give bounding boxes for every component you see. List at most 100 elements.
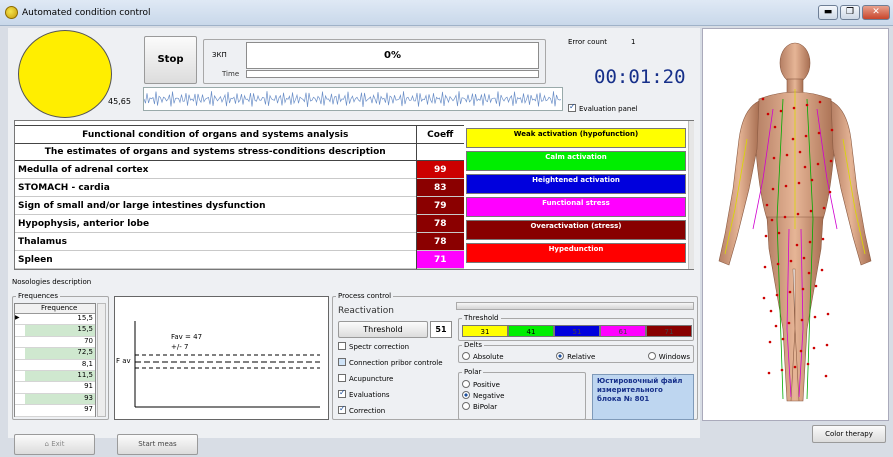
frequence-value: 91 — [25, 382, 95, 393]
threshold-cell[interactable]: 61 — [600, 325, 646, 337]
activation-legend: Weak activation (hypofunction) Calm activ… — [466, 128, 686, 268]
body-figure[interactable] — [703, 29, 888, 420]
window-title: Automated condition control — [22, 8, 151, 18]
error-count-label: Error count — [568, 38, 608, 46]
stop-button[interactable]: Stop — [144, 36, 197, 84]
process-checkbox[interactable]: Correction — [338, 404, 458, 422]
threshold-cell[interactable]: 71 — [646, 325, 692, 337]
fav-tolerance: +/- 7 — [171, 343, 189, 351]
polar-option[interactable]: Positive — [462, 380, 504, 391]
frequences-column-header: Frequence — [15, 304, 95, 314]
evaluation-panel-check-icon — [568, 102, 576, 112]
delts-option[interactable]: Relative — [556, 352, 595, 363]
process-checkbox[interactable]: Evaluations — [338, 388, 458, 406]
exit-button[interactable]: ⌂ Exit — [14, 434, 95, 455]
frequence-row[interactable]: 70 — [15, 336, 95, 349]
process-checkbox[interactable]: Acupuncture — [338, 374, 458, 390]
frequence-row[interactable]: 97 — [15, 405, 95, 417]
color-therapy-button[interactable]: Color therapy — [812, 425, 886, 443]
legend-item: Calm activation — [466, 151, 686, 171]
frequence-value: 93 — [25, 393, 95, 405]
polar-option[interactable]: BiPolar — [462, 402, 504, 413]
organ-coeff: 78 — [416, 232, 464, 251]
radio-label: BiPolar — [473, 403, 498, 411]
indicator-value: 45,65 — [108, 97, 131, 106]
organ-row[interactable]: Spleen 71 — [15, 250, 464, 269]
progress-text: 0% — [384, 50, 401, 61]
fav-value: Fav = 47 — [171, 333, 203, 341]
organ-row[interactable]: Hypophysis, anterior lobe 78 — [15, 214, 464, 233]
process-control-label: Process control — [336, 292, 394, 300]
row-marker — [15, 382, 25, 392]
delts-option[interactable]: Windows — [647, 352, 690, 363]
polar-option[interactable]: Negative — [462, 391, 504, 402]
row-marker — [15, 394, 25, 404]
frequence-value: 97 — [25, 405, 95, 416]
legend-item: Hypedunction — [466, 243, 686, 263]
frequence-row[interactable]: 15,5 — [15, 325, 95, 337]
frequence-row[interactable]: 91 — [15, 382, 95, 394]
evaluation-panel-label: Evaluation panel — [579, 105, 638, 113]
frequence-value: 15,5 — [25, 314, 95, 325]
threshold-button[interactable]: Threshold — [338, 321, 428, 338]
frequence-row[interactable]: 72,5 — [15, 348, 95, 360]
organ-row[interactable]: STOMACH - cardia 83 — [15, 178, 464, 197]
organ-name: Hypophysis, anterior lobe — [15, 214, 417, 233]
checkbox-box — [338, 358, 346, 366]
checkbox-label: Acupuncture — [349, 375, 394, 383]
threshold-cell[interactable]: 31 — [462, 325, 508, 337]
process-state: Reactivation — [338, 306, 394, 316]
zkp-label: ЗКП — [212, 51, 227, 59]
maximize-button[interactable]: ❐ — [840, 5, 860, 20]
frequences-scrollbar[interactable] — [97, 303, 106, 417]
process-checkbox[interactable]: Connection pribor controle — [338, 358, 458, 374]
frequence-row[interactable]: 93 — [15, 393, 95, 406]
threshold-value-field[interactable]: 51 — [430, 321, 452, 338]
radio-button — [647, 352, 656, 360]
row-marker — [15, 405, 25, 415]
polar-options: Positive Negative BiPolar — [462, 380, 504, 413]
process-checkbox[interactable]: Spectr correction — [338, 342, 458, 358]
condition-indicator — [18, 30, 112, 118]
start-meas-button[interactable]: Start meas — [117, 434, 198, 455]
delts-option[interactable]: Absolute — [462, 352, 504, 363]
checkbox-box — [338, 374, 346, 382]
organ-name: Medulla of adrenal cortex — [15, 160, 417, 179]
radio-button — [462, 391, 470, 399]
row-marker — [15, 371, 25, 381]
frequence-row[interactable]: 8,1 — [15, 359, 95, 371]
threshold-cell[interactable]: 41 — [508, 325, 554, 337]
close-button[interactable]: ✕ — [862, 5, 890, 20]
calibration-file-note: Юстировочный файл измерительного блока №… — [592, 374, 694, 420]
checkbox-label: Spectr correction — [349, 343, 410, 351]
evaluation-panel-checkbox[interactable]: Evaluation panel — [568, 102, 638, 113]
organ-coeff: 99 — [416, 160, 464, 179]
frequence-value: 15,5 — [25, 325, 95, 336]
radio-label: Negative — [473, 392, 505, 400]
checkbox-box — [338, 404, 346, 414]
legend-item: Weak activation (hypofunction) — [466, 128, 686, 148]
radio-button — [462, 402, 470, 410]
organ-row[interactable]: Sign of small and/or large intestines dy… — [15, 196, 464, 215]
frequence-value: 8,1 — [25, 359, 95, 370]
checkbox-label: Correction — [349, 407, 386, 415]
organ-row[interactable]: Medulla of adrenal cortex 99 — [15, 160, 464, 179]
error-count-value: 1 — [631, 38, 636, 46]
minimize-button[interactable]: ▬ — [818, 5, 838, 20]
nosologies-label: Nosologies description — [12, 278, 92, 286]
organ-name: Spleen — [15, 250, 417, 269]
radio-button — [462, 352, 470, 360]
checkbox-label: Connection pribor controle — [349, 359, 443, 367]
time-bar — [246, 70, 539, 78]
organ-row[interactable]: Thalamus 78 — [15, 232, 464, 251]
legend-scrollbar[interactable] — [688, 121, 694, 269]
title-bar: Automated condition control ▬ ❐ ✕ — [0, 0, 893, 26]
signal-waveform — [143, 87, 563, 111]
frequence-row[interactable]: ▶ 15,5 — [15, 314, 95, 326]
row-marker — [15, 325, 25, 335]
delts-group-label: Delts — [462, 341, 485, 349]
legend-item: Overactivation (stress) — [466, 220, 686, 240]
threshold-cell[interactable]: 51 — [554, 325, 600, 337]
organ-name: Sign of small and/or large intestines dy… — [15, 196, 417, 215]
frequence-row[interactable]: 11,5 — [15, 370, 95, 383]
